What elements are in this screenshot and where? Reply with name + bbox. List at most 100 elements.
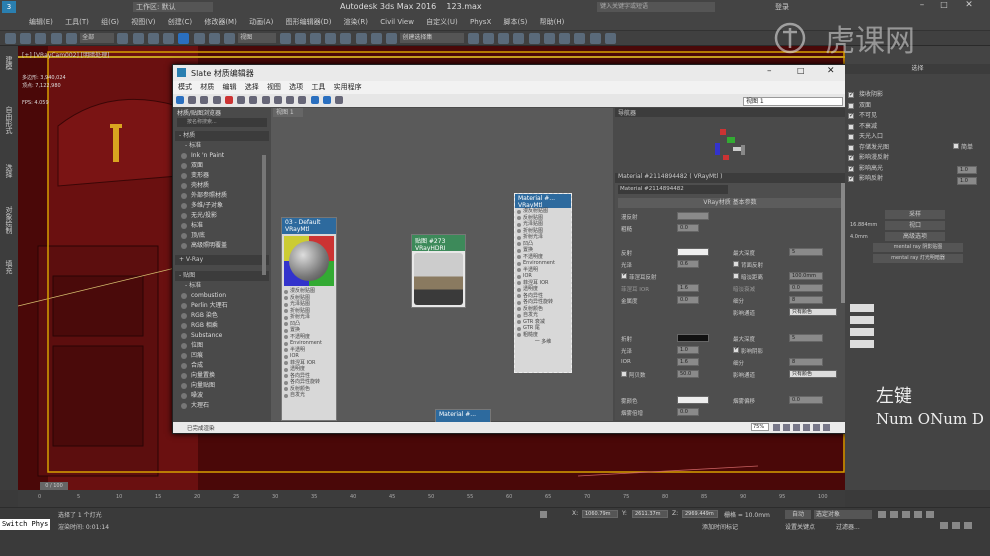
pan-icon[interactable]	[773, 424, 780, 431]
diffuse-swatch[interactable]	[677, 212, 709, 220]
ribbon-tab-populate[interactable]: 填充	[4, 260, 14, 274]
move-children-icon[interactable]	[237, 96, 246, 104]
simple-checkbox[interactable]: 简单	[953, 142, 973, 151]
maxscript-listener[interactable]: Switch Phys	[0, 519, 50, 530]
reference-coord-select[interactable]: 视图	[238, 33, 277, 43]
slate-menu-view[interactable]: 视图	[267, 81, 281, 94]
list-item[interactable]: 标准	[175, 221, 269, 231]
slate-minimize-icon[interactable]: –	[767, 66, 772, 76]
align-icon[interactable]	[482, 33, 494, 44]
fresnel-ior-input[interactable]: 1.6	[677, 284, 699, 292]
layout-children-icon[interactable]	[286, 96, 295, 104]
menu-create[interactable]: 创建(C)	[168, 14, 192, 31]
zoom-region-icon[interactable]	[793, 424, 800, 431]
checkbox-icon[interactable]	[848, 174, 854, 185]
menu-group[interactable]: 组(G)	[101, 14, 119, 31]
z-coord-input[interactable]: 2969.449m	[682, 510, 718, 518]
sample-button[interactable]: 采样	[885, 210, 945, 219]
mr-shadow-map-button[interactable]: mental ray 阴影贴图	[873, 243, 963, 252]
checkbox-icon[interactable]	[848, 153, 854, 164]
metalness-input[interactable]: 0.0	[677, 296, 699, 304]
option-checkbox[interactable]: 影响漫反射	[845, 153, 990, 164]
x-coord-input[interactable]: 1060.79m	[582, 510, 618, 518]
select-icon[interactable]	[117, 33, 129, 44]
list-item[interactable]: 顶/底	[175, 231, 269, 241]
rendered-frame-icon[interactable]	[589, 33, 601, 44]
affect-shadows-checkbox[interactable]: 影响阴影	[733, 345, 763, 355]
abbe-checkbox[interactable]: 阿贝数	[621, 371, 646, 379]
rollout-header[interactable]: VRay材质 基本参数	[618, 198, 842, 208]
option-checkbox[interactable]: 不可见	[845, 111, 990, 122]
lock-icon[interactable]	[540, 511, 547, 518]
delete-icon[interactable]	[224, 96, 233, 104]
layout-all-icon[interactable]	[273, 96, 282, 104]
subsection-maps-standard[interactable]: - 标准	[175, 281, 269, 291]
slate-menu-options[interactable]: 选项	[289, 81, 303, 94]
list-item[interactable]: 向量置换	[175, 371, 269, 381]
slate-menu-mode[interactable]: 模式	[178, 81, 192, 94]
angle-snap-icon[interactable]	[340, 33, 352, 44]
zoom-selected-icon[interactable]	[813, 424, 820, 431]
orbit-icon[interactable]	[952, 522, 960, 529]
affect-channels-select[interactable]: 只有颜色	[789, 308, 837, 316]
list-item[interactable]: Substance	[175, 331, 269, 341]
list-item[interactable]: 壳材质	[175, 181, 269, 191]
put-to-scene-icon[interactable]	[200, 96, 209, 104]
roughness-input[interactable]: 0.0	[677, 224, 699, 232]
app-logo[interactable]: 3	[2, 1, 16, 13]
list-item[interactable]: 外部参照材质	[175, 191, 269, 201]
login-button[interactable]: 登录	[775, 2, 789, 12]
fog-multiplier-input[interactable]: 0.0	[677, 408, 699, 416]
refract-gloss-input[interactable]: 1.0	[677, 346, 699, 354]
list-item[interactable]: 大理石	[175, 401, 269, 411]
close-icon[interactable]: ✕	[958, 0, 980, 14]
list-item[interactable]: 向量贴图	[175, 381, 269, 391]
zoom-extents-icon[interactable]	[803, 424, 810, 431]
menu-animation[interactable]: 动画(A)	[249, 14, 273, 31]
diffuse-amount-input[interactable]: 1.0	[957, 166, 977, 174]
list-item[interactable]: 双面	[175, 161, 269, 171]
fog-bias-input[interactable]: 0.0	[789, 396, 823, 404]
node-slot[interactable]: 粗糙度	[515, 332, 571, 339]
menu-physx[interactable]: PhysX	[470, 14, 491, 31]
assign-material-icon[interactable]	[212, 96, 221, 104]
menu-help[interactable]: 帮助(H)	[540, 14, 565, 31]
browser-search-input[interactable]: 按名称搜索...	[177, 118, 267, 127]
refract-affect-select[interactable]: 只有颜色	[789, 370, 837, 378]
time-slider[interactable]: 0 / 100	[40, 482, 68, 490]
browser-scrollbar[interactable]	[262, 155, 266, 275]
section-maps[interactable]: - 贴图	[175, 271, 269, 281]
list-item[interactable]: Perlin 大理石	[175, 301, 269, 311]
checkbox-icon[interactable]	[848, 123, 854, 130]
refract-max-depth-input[interactable]: 5	[789, 334, 823, 342]
swatch[interactable]	[850, 304, 874, 312]
ribbon-tab-selection[interactable]: 选择	[4, 164, 14, 178]
slate-menu-material[interactable]: 材质	[200, 81, 214, 94]
list-item[interactable]: 无光/投影	[175, 211, 269, 221]
set-key-button[interactable]: 设置关键点	[785, 522, 815, 531]
list-item[interactable]: 多维/子对象	[175, 201, 269, 211]
viewport-label[interactable]: [+] [VRayCam002] [明暗处理]	[22, 50, 109, 59]
zoom-icon[interactable]	[783, 424, 790, 431]
swatch[interactable]	[850, 316, 874, 324]
slate-maximize-icon[interactable]: □	[797, 66, 805, 75]
key-filters-button[interactable]: 过滤器...	[836, 522, 860, 531]
unlink-icon[interactable]	[50, 33, 62, 44]
minimize-icon[interactable]: –	[912, 0, 932, 14]
move-icon[interactable]	[178, 33, 190, 44]
undo-icon[interactable]	[5, 33, 16, 44]
menu-graph-editors[interactable]: 图形编辑器(D)	[286, 14, 332, 31]
checkbox-icon[interactable]	[848, 102, 854, 109]
workspace-select[interactable]: 工作区: 默认	[133, 2, 213, 12]
snap-icon[interactable]	[325, 33, 337, 44]
auto-key-button[interactable]: 自动	[785, 510, 811, 519]
node-header[interactable]: 03 - Default VRayMtl	[282, 218, 336, 234]
swatch[interactable]	[850, 340, 874, 348]
percent-snap-icon[interactable]	[355, 33, 367, 44]
timeline[interactable]: 0 / 100 0 5 10 15 20 25 30 35 40 45 50 55 60 65 70 75 80…	[18, 482, 845, 507]
render-setup-icon[interactable]	[574, 33, 586, 44]
checkbox-icon[interactable]	[848, 90, 854, 101]
bind-icon[interactable]	[65, 33, 77, 44]
map-node-hdri[interactable]: 贴图 #273 VRayHDRI	[411, 234, 466, 308]
slate-menu-tools[interactable]: 工具	[311, 81, 325, 94]
